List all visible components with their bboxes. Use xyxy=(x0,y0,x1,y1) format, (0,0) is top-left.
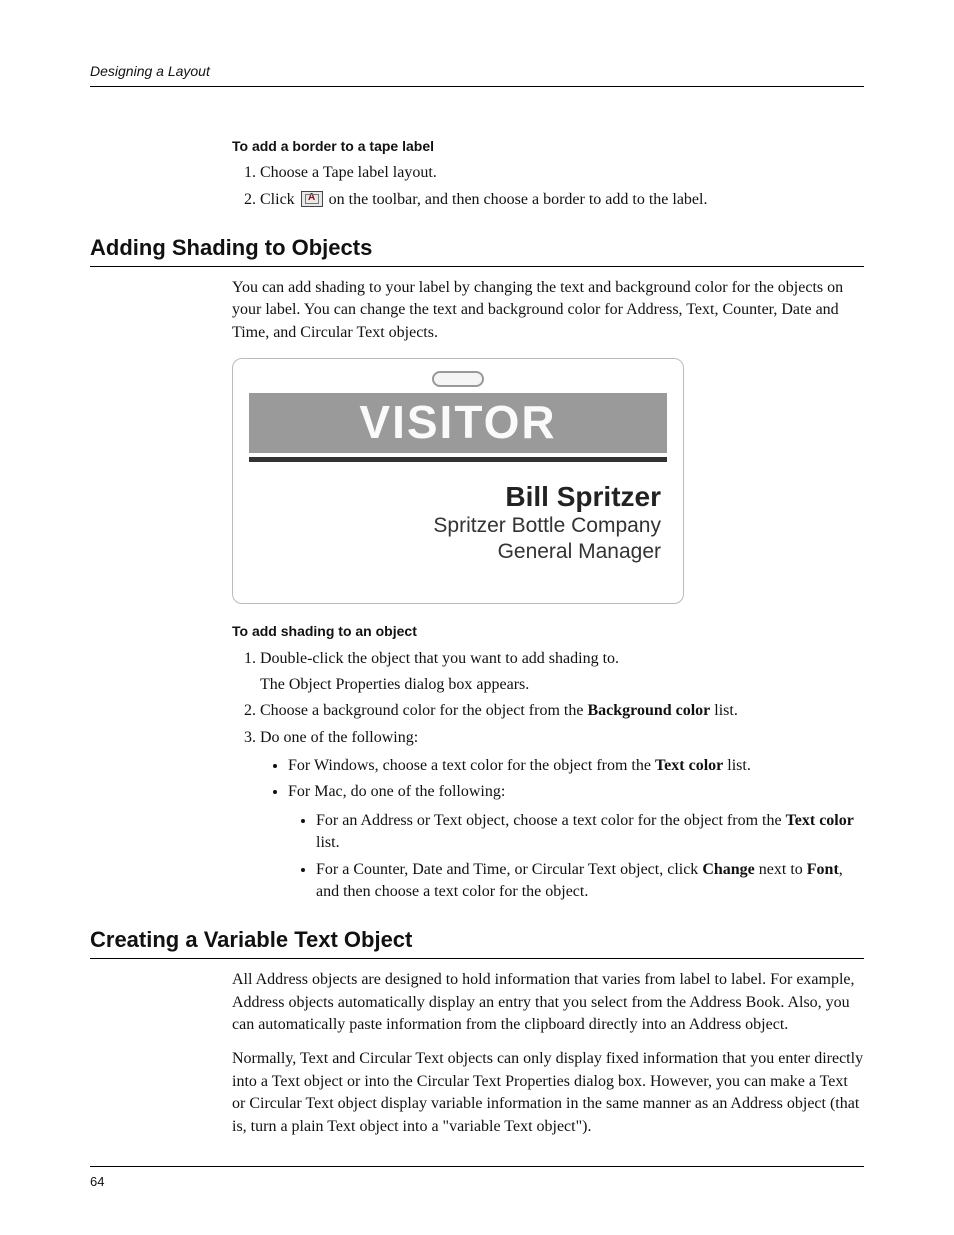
badge-clip-icon xyxy=(432,371,484,387)
list-item: For Mac, do one of the following: For an… xyxy=(288,781,864,903)
section-body-variable-text: All Address objects are designed to hold… xyxy=(232,969,864,1138)
text: For Windows, choose a text color for the… xyxy=(288,757,655,774)
visitor-band: VISITOR xyxy=(249,393,667,453)
procedure-add-border: To add a border to a tape label Choose a… xyxy=(232,137,864,211)
text: on the toolbar, and then choose a border… xyxy=(325,191,708,208)
ui-term: Change xyxy=(702,861,754,878)
visitor-name: Bill Spritzer xyxy=(249,482,667,513)
paragraph: You can add shading to your label by cha… xyxy=(232,277,864,344)
text: Choose a background color for the object… xyxy=(260,702,587,719)
ui-term: Text color xyxy=(655,757,723,774)
text: Do one of the following: xyxy=(260,729,418,746)
bullet-list: For Windows, choose a text color for the… xyxy=(260,755,864,903)
proc-step: Choose a Tape label layout. xyxy=(260,162,864,184)
visitor-role: General Manager xyxy=(249,539,667,565)
proc-step: Do one of the following: For Windows, ch… xyxy=(260,727,864,904)
list-item: For a Counter, Date and Time, or Circula… xyxy=(316,859,864,904)
page-number: 64 xyxy=(90,1174,104,1189)
proc-steps: Choose a Tape label layout. Click on the… xyxy=(232,162,864,211)
proc-title: To add a border to a tape label xyxy=(232,137,864,157)
text: list. xyxy=(710,702,738,719)
text: For a Counter, Date and Time, or Circula… xyxy=(316,861,702,878)
text: The Object Properties dialog box appears… xyxy=(260,674,864,696)
text: list. xyxy=(723,757,751,774)
text: Click xyxy=(260,191,299,208)
page-footer: 64 xyxy=(90,1166,864,1193)
visitor-label-figure: VISITOR Bill Spritzer Spritzer Bottle Co… xyxy=(232,358,684,604)
text: next to xyxy=(755,861,807,878)
text: Double-click the object that you want to… xyxy=(260,650,619,667)
paragraph: Normally, Text and Circular Text objects… xyxy=(232,1048,864,1138)
text: For an Address or Text object, choose a … xyxy=(316,812,786,829)
section-heading-variable-text: Creating a Variable Text Object xyxy=(90,925,864,959)
running-head: Designing a Layout xyxy=(90,62,864,82)
section-heading-shading: Adding Shading to Objects xyxy=(90,233,864,267)
visitor-company: Spritzer Bottle Company xyxy=(249,513,667,539)
header-rule xyxy=(90,86,864,87)
proc-step: Double-click the object that you want to… xyxy=(260,648,864,697)
border-toolbar-icon xyxy=(301,191,323,207)
ui-term: Text color xyxy=(786,812,854,829)
text: list. xyxy=(316,834,340,851)
proc-step: Choose a background color for the object… xyxy=(260,700,864,722)
list-item: For an Address or Text object, choose a … xyxy=(316,810,864,855)
paragraph: All Address objects are designed to hold… xyxy=(232,969,864,1036)
ui-term: Font xyxy=(807,861,839,878)
page: Designing a Layout To add a border to a … xyxy=(0,0,954,1235)
section-body-shading: You can add shading to your label by cha… xyxy=(232,277,864,904)
footer-rule xyxy=(90,1166,864,1167)
ui-term: Background color xyxy=(587,702,710,719)
band-underline xyxy=(249,457,667,462)
text: For Mac, do one of the following: xyxy=(288,783,505,800)
list-item: For Windows, choose a text color for the… xyxy=(288,755,864,777)
proc-step: Click on the toolbar, and then choose a … xyxy=(260,189,864,211)
proc-steps: Double-click the object that you want to… xyxy=(232,648,864,904)
proc-title: To add shading to an object xyxy=(232,622,864,642)
bullet-list: For an Address or Text object, choose a … xyxy=(288,810,864,904)
